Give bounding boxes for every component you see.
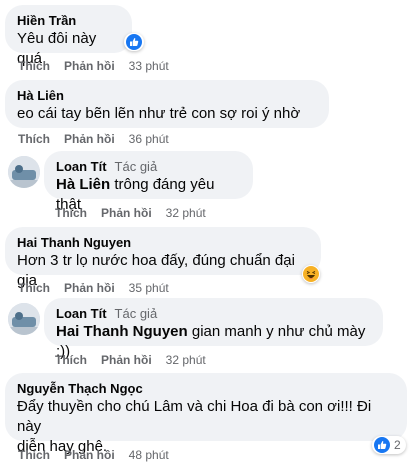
like-icon: [374, 437, 390, 453]
reply-link[interactable]: Phản hồi: [64, 281, 115, 295]
comment-text: eo cái tay bẽn lẽn như trẻ con sợ roi ý …: [17, 105, 301, 122]
like-link[interactable]: Thích: [18, 281, 50, 295]
comment-author[interactable]: Loan Tít Tác giả: [56, 305, 371, 322]
comment-bubble: Hà Liên eo cái tay bẽn lẽn như trẻ con s…: [5, 80, 329, 128]
comment-bubble: Loan Tít Tác giả Hà Liên trông đáng yêu t…: [44, 151, 253, 213]
comment-actions: Thích Phản hồi 35 phút: [18, 280, 169, 296]
reaction-badge[interactable]: 2: [372, 436, 406, 454]
like-link[interactable]: Thích: [18, 132, 50, 146]
comment-time[interactable]: 48 phút: [129, 448, 169, 462]
like-link[interactable]: Thích: [18, 59, 50, 73]
comment-actions: Thích Phản hồi 32 phút: [55, 205, 206, 221]
reaction-badge[interactable]: [124, 33, 144, 51]
comment-time[interactable]: 36 phút: [129, 132, 169, 146]
comment-time[interactable]: 32 phút: [166, 353, 206, 367]
reply-link[interactable]: Phản hồi: [64, 448, 115, 462]
comment-author[interactable]: Nguyễn Thạch Ngọc: [17, 380, 395, 397]
reaction-badge[interactable]: [302, 265, 320, 283]
comment-author[interactable]: Hai Thanh Nguyen: [17, 234, 309, 251]
comment-actions: Thích Phản hồi 33 phút: [18, 58, 169, 74]
comment-author[interactable]: Loan Tít Tác giả: [56, 158, 241, 175]
reply-link[interactable]: Phản hồi: [101, 206, 152, 220]
like-link[interactable]: Thích: [18, 448, 50, 462]
comment-time[interactable]: 33 phút: [129, 59, 169, 73]
author-badge: Tác giả: [114, 306, 158, 321]
like-icon: [126, 34, 142, 50]
like-link[interactable]: Thích: [55, 353, 87, 367]
reaction-count: 2: [394, 438, 401, 452]
comment-actions: Thích Phản hồi 32 phút: [55, 352, 206, 368]
comment-actions: Thích Phản hồi 48 phút: [18, 447, 169, 463]
reply-link[interactable]: Phản hồi: [101, 353, 152, 367]
comment-bubble: Hiền Trần Yêu đôi này quá: [5, 5, 132, 67]
comment-bubble: Nguyễn Thạch Ngọc Đẩy thuyền cho chú Lâm…: [5, 373, 407, 455]
comment-time[interactable]: 32 phút: [166, 206, 206, 220]
reply-link[interactable]: Phản hồi: [64, 59, 115, 73]
mention-link[interactable]: Hà Liên: [56, 176, 110, 193]
like-link[interactable]: Thích: [55, 206, 87, 220]
comment-time[interactable]: 35 phút: [129, 281, 169, 295]
author-badge: Tác giả: [114, 159, 158, 174]
avatar[interactable]: [8, 303, 40, 335]
comment-author[interactable]: Hà Liên: [17, 87, 317, 104]
reply-link[interactable]: Phản hồi: [64, 132, 115, 146]
comment-bubble: Loan Tít Tác giả Hai Thanh Nguyen gian ma…: [44, 298, 383, 360]
comment-author[interactable]: Hiền Trần: [17, 12, 120, 29]
haha-icon: [303, 266, 319, 282]
avatar[interactable]: [8, 156, 40, 188]
comment-bubble: Hai Thanh Nguyen Hơn 3 tr lọ nước hoa đấ…: [5, 227, 321, 289]
mention-link[interactable]: Hai Thanh Nguyen: [56, 323, 188, 340]
comment-actions: Thích Phản hồi 36 phút: [18, 131, 169, 147]
